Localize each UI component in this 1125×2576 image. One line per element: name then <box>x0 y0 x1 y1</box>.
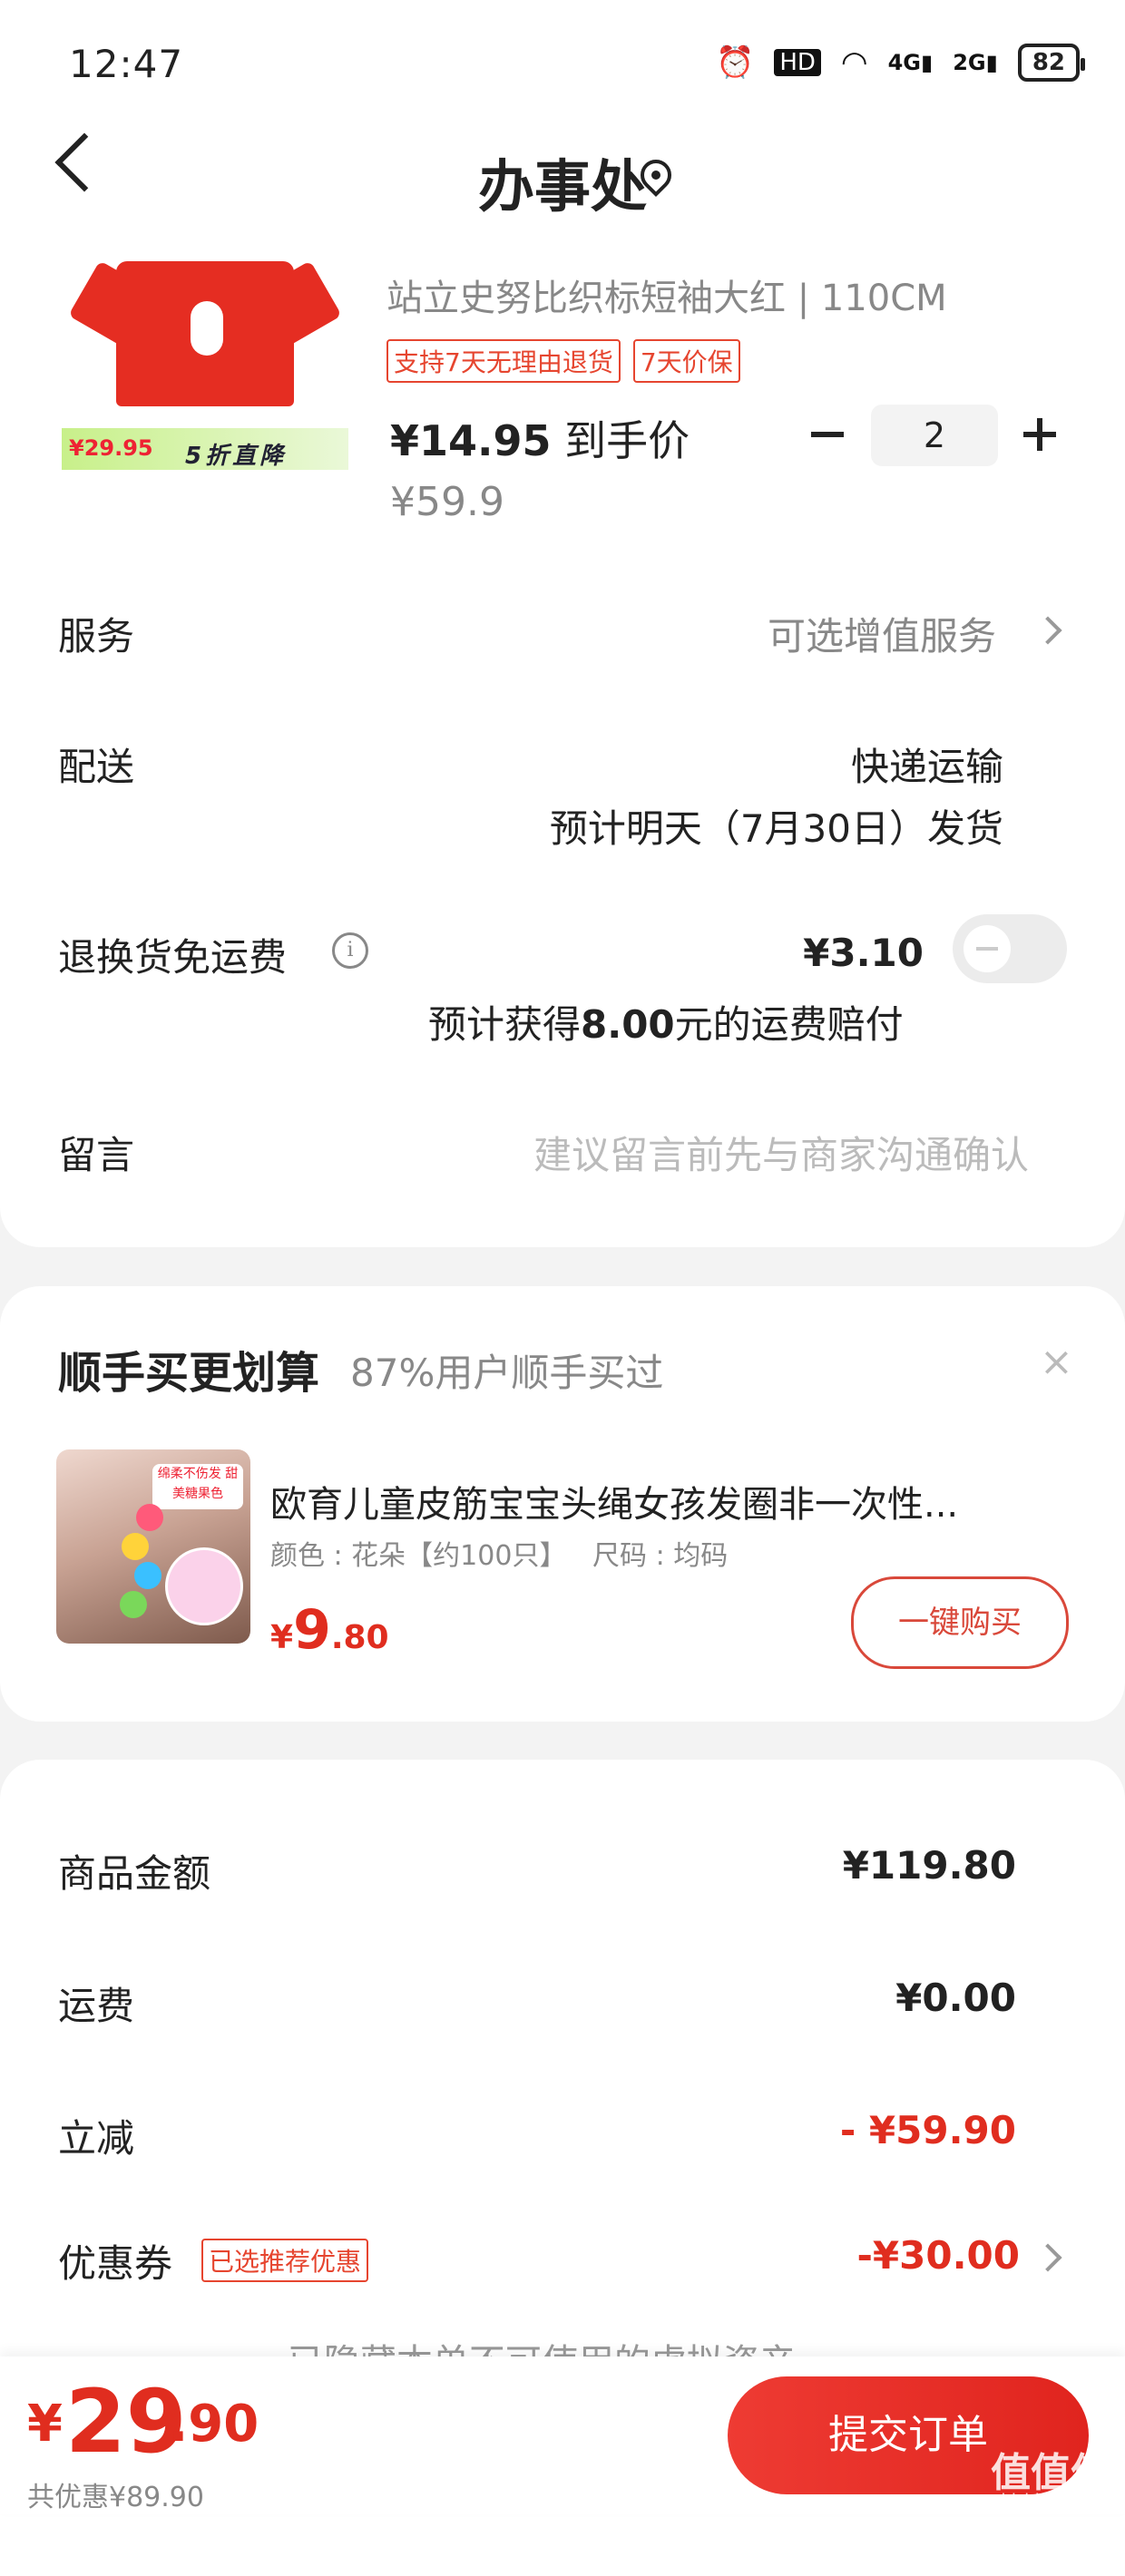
message-input[interactable]: 建议留言前先与商家沟通确认 <box>533 1125 1029 1180</box>
increase-quantity-button-vertical[interactable] <box>1037 418 1042 451</box>
quantity-stepper[interactable]: 2 <box>871 405 998 466</box>
goods-amount-label: 商品金额 <box>58 1851 211 1896</box>
signal-2g-icon: 2G▮ <box>953 50 998 75</box>
return-note-amount: 8.00 <box>581 1002 675 1047</box>
watermark-url: zhizhizhi.com <box>993 2491 1103 2510</box>
addon-item-name[interactable]: 欧育儿童皮筋宝宝头绳女孩发圈非一次性... <box>270 1475 1060 1527</box>
tag-price-protect: 7天价保 <box>632 339 740 383</box>
toggle-knob <box>964 925 1011 972</box>
total-decimal: .90 <box>169 2395 259 2454</box>
service-value[interactable]: 可选增值服务 <box>768 606 996 661</box>
coupon-recommend-tag: 已选推荐优惠 <box>201 2239 369 2282</box>
info-icon[interactable]: i <box>332 932 368 969</box>
return-shipping-note: 预计获得8.00元的运费赔付 <box>428 994 904 1049</box>
addon-subtitle: 87%用户顺手买过 <box>350 1351 664 1395</box>
addon-price-yen: ¥ <box>270 1619 294 1656</box>
product-tags: 支持7天无理由退货 7天价保 <box>386 339 740 383</box>
product-price: ¥14.95 到手价 <box>390 408 690 468</box>
watermark-logo: 值值值 <box>991 2450 1110 2496</box>
addon-image-label: 绵柔不伤发 甜美糖果色 <box>152 1464 243 1509</box>
return-shipping-label: 退换货免运费 <box>58 935 288 980</box>
product-price-suffix: 到手价 <box>551 416 690 465</box>
total-yen: ¥ <box>27 2395 63 2454</box>
hd-icon: HD <box>774 49 821 76</box>
product-name: 站立史努比织标短袖大红 | 110CM <box>386 278 947 319</box>
addon-item-spec: 颜色 : 花朵【约100只】 尺码 : 均码 <box>270 1540 729 1572</box>
tag-return-policy: 支持7天无理由退货 <box>386 339 621 383</box>
goods-amount-value: ¥119.80 <box>842 1843 1016 1888</box>
bead-yellow <box>122 1533 149 1560</box>
return-note-pre: 预计获得 <box>428 1002 582 1047</box>
bead-green <box>120 1591 147 1618</box>
snoopy-figure <box>191 301 223 356</box>
product-original-price: ¥59.9 <box>390 479 504 525</box>
instant-discount-label: 立减 <box>58 2116 135 2161</box>
addon-item-image[interactable]: 绵柔不伤发 甜美糖果色 <box>56 1449 250 1644</box>
addon-item-price: ¥9.80 <box>270 1598 389 1662</box>
product-price-value: ¥14.95 <box>390 416 552 465</box>
total-saved: 共优惠¥89.90 <box>27 2482 204 2513</box>
product-thumbnail[interactable]: ¥29.95 5折直降 <box>62 256 348 470</box>
service-label: 服务 <box>58 614 135 659</box>
return-shipping-price: ¥3.10 <box>803 931 924 975</box>
status-time: 12:47 <box>69 42 184 86</box>
thumbnail-price: ¥29.95 <box>69 435 153 461</box>
battery-indicator: 82 <box>1017 44 1086 82</box>
decrease-quantity-button[interactable] <box>811 432 844 437</box>
bead-bucket <box>165 1547 243 1625</box>
page-title: 办事处 <box>477 153 647 220</box>
shipping-fee-value: ¥0.00 <box>895 1976 1016 2020</box>
return-note-post: 元的运费赔付 <box>674 1002 904 1047</box>
addon-price-int: 9 <box>293 1598 331 1662</box>
alarm-icon: ⏰ <box>716 44 755 81</box>
bead-blue <box>134 1562 161 1589</box>
wifi-icon: ◠ <box>840 44 868 81</box>
signal-4g-icon: 4G▮ <box>887 50 934 75</box>
one-click-buy-button[interactable]: 一键购买 <box>851 1576 1069 1669</box>
coupon-label: 优惠券 <box>58 2241 173 2286</box>
message-label: 留言 <box>58 1133 135 1177</box>
coupon-value[interactable]: -¥30.00 <box>856 2233 1020 2278</box>
status-icons: ⏰ HD ◠ 4G▮ 2G▮ 82 <box>716 44 1086 82</box>
close-icon[interactable]: × <box>1040 1339 1073 1385</box>
delivery-label: 配送 <box>58 745 135 789</box>
instant-discount-value: - ¥59.90 <box>839 2108 1016 2152</box>
shipping-fee-label: 运费 <box>58 1984 135 2028</box>
addon-title: 顺手买更划算 <box>58 1348 320 1399</box>
delivery-eta: 预计明天（7月30日）发货 <box>549 806 1003 851</box>
bead-pink <box>136 1504 163 1531</box>
addon-price-dec: .80 <box>330 1619 389 1656</box>
thumbnail-promo-text: 5折直降 <box>185 443 288 470</box>
delivery-method: 快递运输 <box>850 745 1003 789</box>
